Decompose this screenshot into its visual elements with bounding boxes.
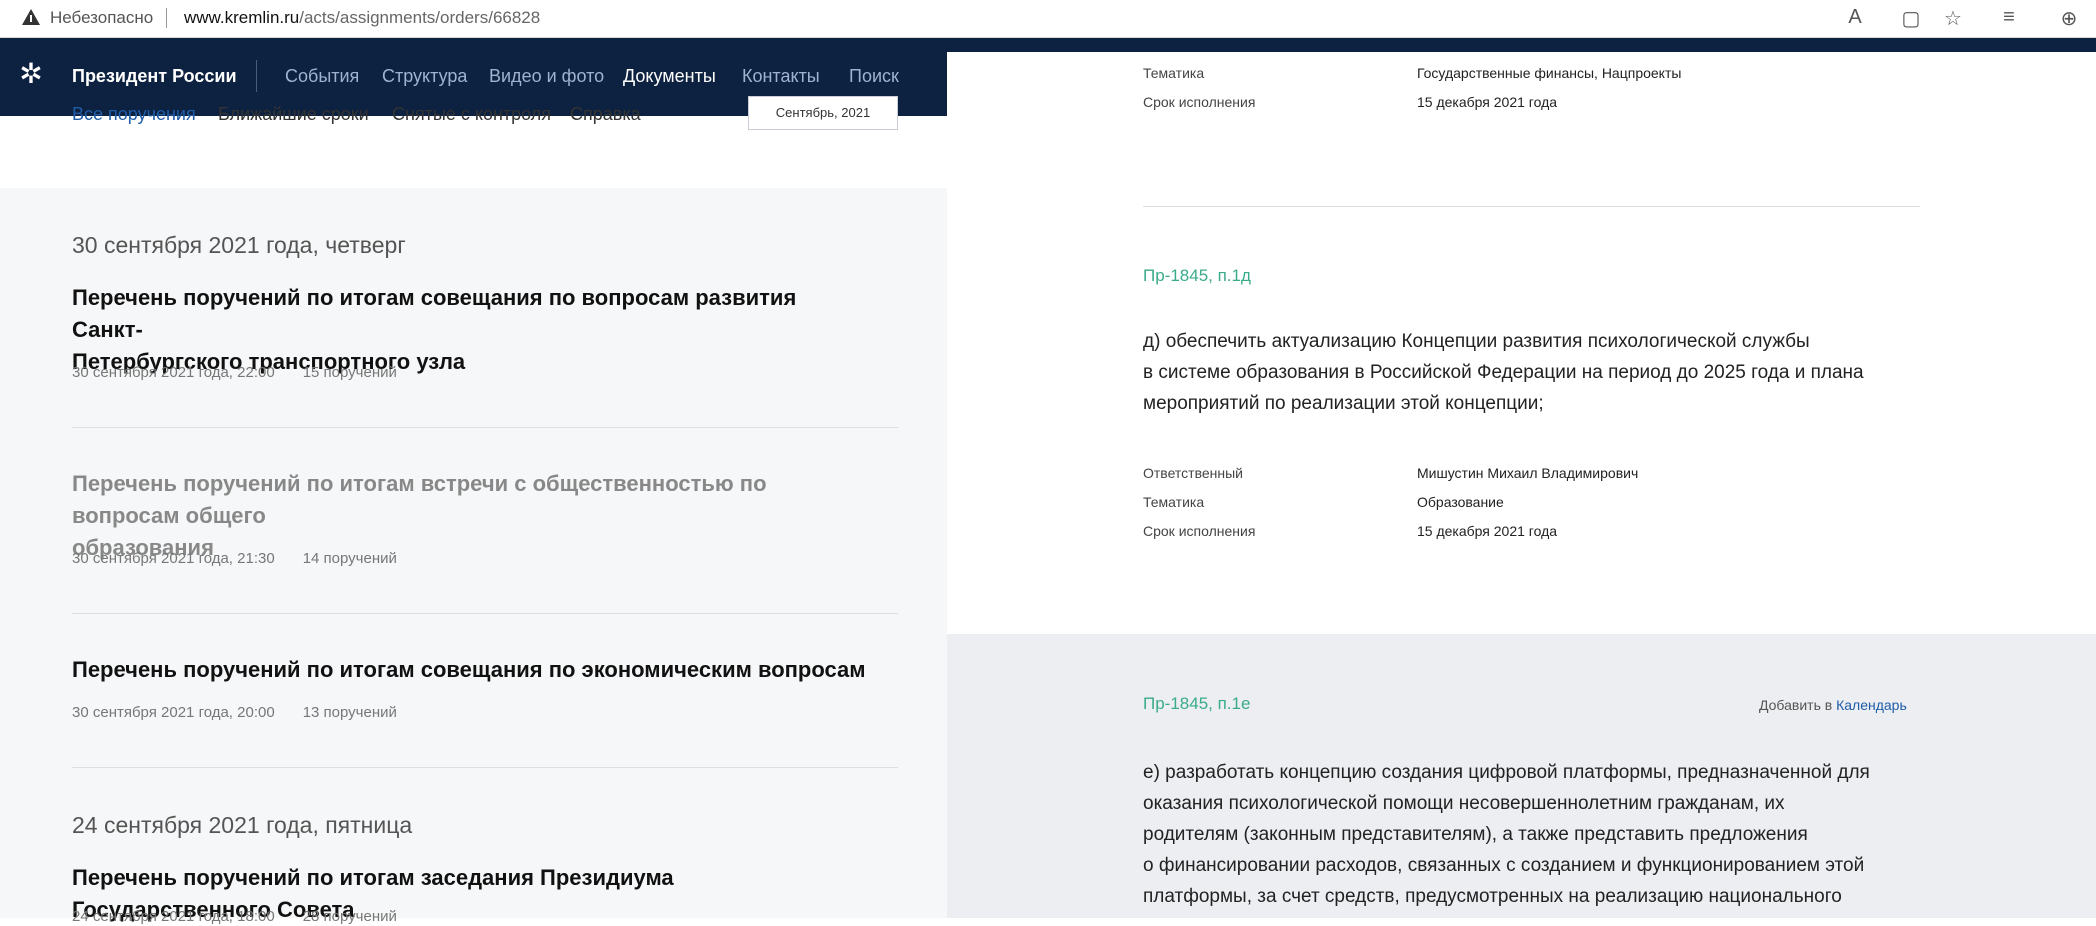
calendar-link[interactable]: Календарь [1836, 697, 1907, 713]
collections-icon[interactable]: ⊕ [2056, 6, 2082, 31]
list-divider [72, 613, 898, 614]
nav-item-documents[interactable]: Документы [623, 66, 716, 87]
nav-item-structure[interactable]: Структура [382, 66, 467, 87]
day-heading: 30 сентября 2021 года, четверг [72, 232, 406, 258]
list-divider [72, 427, 898, 428]
order-count: 13 поручений [302, 704, 397, 721]
text-line: мероприятий по реализации этой концепции… [1143, 393, 1544, 414]
warning-icon-mark [30, 15, 32, 22]
url-field[interactable]: www.kremlin.ru/acts/assignments/orders/6… [184, 8, 540, 28]
order-item-text: е) разработать концепцию создания цифров… [1143, 757, 1933, 912]
title-line: Перечень поручений по итогам совещания п… [72, 285, 797, 342]
favorite-star-icon[interactable]: ☆ [1940, 6, 1966, 31]
read-aloud-icon[interactable]: A [1842, 6, 1868, 29]
url-path: /acts/assignments/orders/66828 [299, 8, 541, 27]
theme-label: Тематика [1143, 65, 1205, 81]
insecure-label[interactable]: Небезопасно [50, 8, 153, 28]
nav-item-events[interactable]: События [285, 66, 359, 87]
deadline-value: 15 декабря 2021 года [1417, 523, 1558, 539]
theme-value: Государственные финансы, Нацпроекты [1417, 65, 1682, 81]
deadline-value: 15 декабря 2021 года [1417, 94, 1558, 110]
order-count: 15 поручений [302, 364, 397, 381]
order-date: 30 сентября 2021 года, 21:30 [72, 550, 275, 567]
deadline-label: Срок исполнения [1143, 94, 1256, 110]
favorites-list-icon[interactable]: ≡ [1996, 6, 2022, 29]
order-count: 14 поручений [302, 550, 397, 567]
tab-removed-from-control[interactable]: Снятые с контроля [392, 104, 551, 125]
detail-divider [1143, 206, 1920, 207]
tab-help[interactable]: Справка [570, 104, 641, 125]
order-date: 30 сентября 2021 года, 22:00 [72, 364, 275, 381]
add-to-prefix: Добавить в [1759, 697, 1837, 713]
text-line: оказания психологической помощи несоверш… [1143, 793, 1785, 814]
browser-address-bar: Небезопасно www.kremlin.ru/acts/assignme… [0, 0, 2096, 38]
order-item-text: д) обеспечить актуализацию Концепции раз… [1143, 326, 1933, 419]
text-line: платформы, за счет средств, предусмотрен… [1143, 886, 1842, 907]
nav-item-search[interactable]: Поиск [849, 66, 899, 87]
nav-separator [256, 60, 257, 92]
title-line: Перечень поручений по итогам встречи с о… [72, 471, 767, 528]
order-date: 30 сентября 2021 года, 20:00 [72, 704, 275, 721]
order-item-code[interactable]: Пр-1845, п.1д [1143, 266, 1251, 286]
tab-near-deadlines[interactable]: Ближайшие сроки [218, 104, 369, 125]
header-strip [947, 38, 2096, 52]
list-divider [72, 767, 898, 768]
deadline-label: Срок исполнения [1143, 523, 1256, 539]
order-meta: 30 сентября 2021 года, 22:00 15 поручений [72, 364, 397, 381]
text-line: родителям (законным представителям), а т… [1143, 824, 1808, 845]
text-line: о финансировании расходов, связанных с с… [1143, 855, 1865, 876]
nav-item-contacts[interactable]: Контакты [742, 66, 820, 87]
order-count: 28 поручений [302, 908, 397, 925]
site-brand[interactable]: Президент России [72, 66, 237, 87]
text-line: в системе образования в Российской Федер… [1143, 362, 1864, 383]
order-date: 24 сентября 2021 года, 18:00 [72, 908, 275, 925]
theme-value: Образование [1417, 494, 1504, 510]
theme-label: Тематика [1143, 494, 1205, 510]
month-selector-button[interactable]: Сентябрь, 2021 [748, 96, 898, 130]
order-item-code[interactable]: Пр-1845, п.1е [1143, 694, 1250, 714]
responsible-value: Мишустин Михаил Владимирович [1417, 465, 1639, 481]
order-meta: 30 сентября 2021 года, 21:30 14 поручений [72, 550, 397, 567]
nav-item-video-photo[interactable]: Видео и фото [489, 66, 604, 87]
text-line: е) разработать концепцию создания цифров… [1143, 762, 1870, 783]
order-list-item-title[interactable]: Перечень поручений по итогам совещания п… [72, 654, 872, 686]
order-meta: 24 сентября 2021 года, 18:00 28 поручений [72, 908, 397, 925]
address-separator [166, 8, 167, 28]
text-line: д) обеспечить актуализацию Концепции раз… [1143, 331, 1810, 352]
url-domain: www.kremlin.ru [184, 8, 300, 27]
order-meta: 30 сентября 2021 года, 20:00 13 поручений [72, 704, 397, 721]
add-to-calendar[interactable]: Добавить в Календарь [1759, 697, 1907, 713]
title-line: Перечень поручений по итогам совещания п… [72, 657, 866, 682]
responsible-label: Ответственный [1143, 465, 1243, 481]
day-heading: 24 сентября 2021 года, пятница [72, 812, 413, 838]
tab-all-orders[interactable]: Все поручения [72, 104, 196, 125]
eagle-emblem-icon[interactable]: ✲ [14, 57, 48, 91]
reader-view-icon[interactable]: ▢ [1898, 6, 1924, 31]
